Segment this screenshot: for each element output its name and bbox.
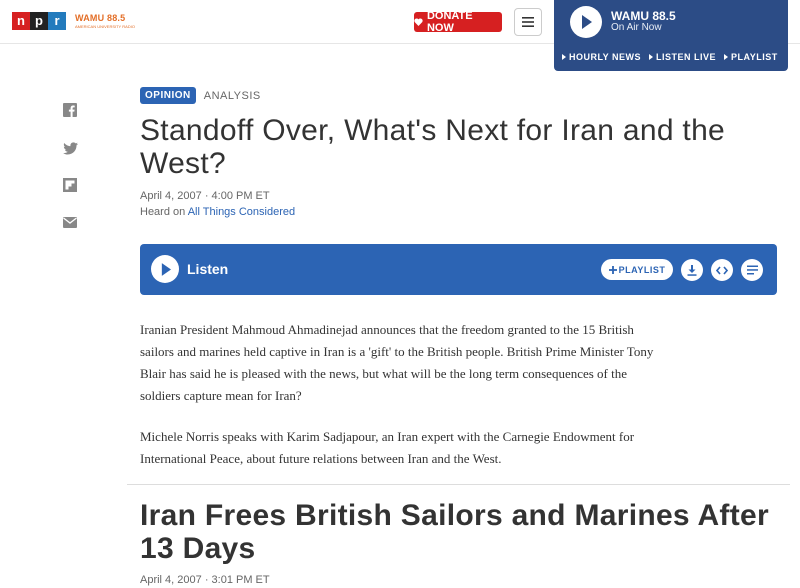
analysis-tag[interactable]: ANALYSIS <box>204 90 261 102</box>
audio-listen-bar: Listen PLAYLIST <box>140 244 777 295</box>
menu-button[interactable] <box>514 8 542 36</box>
transcript-button[interactable] <box>741 259 763 281</box>
flipboard-icon <box>63 178 77 192</box>
section-divider <box>127 484 790 485</box>
npr-logo-n: n <box>12 12 30 30</box>
transcript-icon <box>746 265 758 275</box>
wamu-station-logo[interactable]: WAMU 88.5 AMERICAN UNIVERSITY RADIO <box>75 13 135 29</box>
chevron-right-icon <box>724 54 729 60</box>
facebook-icon <box>63 103 77 117</box>
article-dateline: April 4, 2007 · 4:00 PM ET <box>140 190 270 202</box>
embed-button[interactable] <box>711 259 733 281</box>
hourly-news-label: HOURLY NEWS <box>569 52 642 62</box>
article-tags: OPINION ANALYSIS <box>140 87 261 104</box>
listen-live-link[interactable]: LISTEN LIVE <box>649 52 716 62</box>
article-paragraph: Iranian President Mahmoud Ahmadinejad an… <box>140 322 654 403</box>
heart-icon <box>414 18 423 26</box>
npr-logo[interactable]: n p r <box>12 12 66 30</box>
station-logo-tagline: AMERICAN UNIVERSITY RADIO <box>75 24 135 29</box>
chevron-right-icon <box>649 54 654 60</box>
listen-label[interactable]: Listen <box>187 261 228 277</box>
playlist-button-label: PLAYLIST <box>618 264 666 275</box>
next-article-headline[interactable]: Iran Frees British Sailors and Marines A… <box>140 499 780 565</box>
live-play-button[interactable] <box>570 6 602 38</box>
article-headline: Standoff Over, What's Next for Iran and … <box>140 114 726 180</box>
playlist-link-label: PLAYLIST <box>731 52 778 62</box>
live-status: On Air Now <box>611 22 662 33</box>
live-station-name: WAMU 88.5 <box>611 9 676 23</box>
facebook-share-button[interactable] <box>62 102 78 118</box>
donate-label: DONATE NOW <box>426 10 473 34</box>
opinion-tag[interactable]: OPINION <box>140 87 196 104</box>
heard-on-prefix: Heard on <box>140 206 188 218</box>
play-icon <box>161 262 171 276</box>
next-article-dateline: April 4, 2007 · 3:01 PM ET <box>140 574 270 586</box>
live-player-card: WAMU 88.5 On Air Now HOURLY NEWS LISTEN … <box>554 0 788 71</box>
twitter-share-button[interactable] <box>62 140 78 156</box>
listen-play-button[interactable] <box>151 255 179 283</box>
add-to-playlist-button[interactable]: PLAYLIST <box>601 259 673 280</box>
flipboard-share-button[interactable] <box>62 177 78 193</box>
npr-logo-r: r <box>48 12 66 30</box>
article-paragraph: Michele Norris speaks with Karim Sadjapo… <box>140 429 635 466</box>
email-icon <box>63 216 77 228</box>
email-share-button[interactable] <box>62 214 78 230</box>
chevron-right-icon <box>562 54 566 60</box>
hamburger-icon <box>522 17 534 27</box>
embed-code-icon <box>716 265 728 275</box>
station-logo-name: WAMU 88.5 <box>75 13 126 23</box>
npr-logo-p: p <box>30 12 48 30</box>
heard-on-line: Heard on All Things Considered <box>140 206 295 218</box>
download-icon <box>687 264 697 276</box>
player-links: HOURLY NEWS LISTEN LIVE PLAYLIST <box>562 52 778 62</box>
download-button[interactable] <box>681 259 703 281</box>
show-link[interactable]: All Things Considered <box>188 206 295 218</box>
donate-button[interactable]: DONATE NOW <box>414 10 502 34</box>
play-icon <box>582 15 592 29</box>
plus-icon <box>608 265 617 274</box>
hourly-news-link[interactable]: HOURLY NEWS <box>562 52 641 62</box>
listen-live-label: LISTEN LIVE <box>656 52 717 62</box>
playlist-link[interactable]: PLAYLIST <box>724 52 778 62</box>
twitter-icon <box>62 141 78 154</box>
